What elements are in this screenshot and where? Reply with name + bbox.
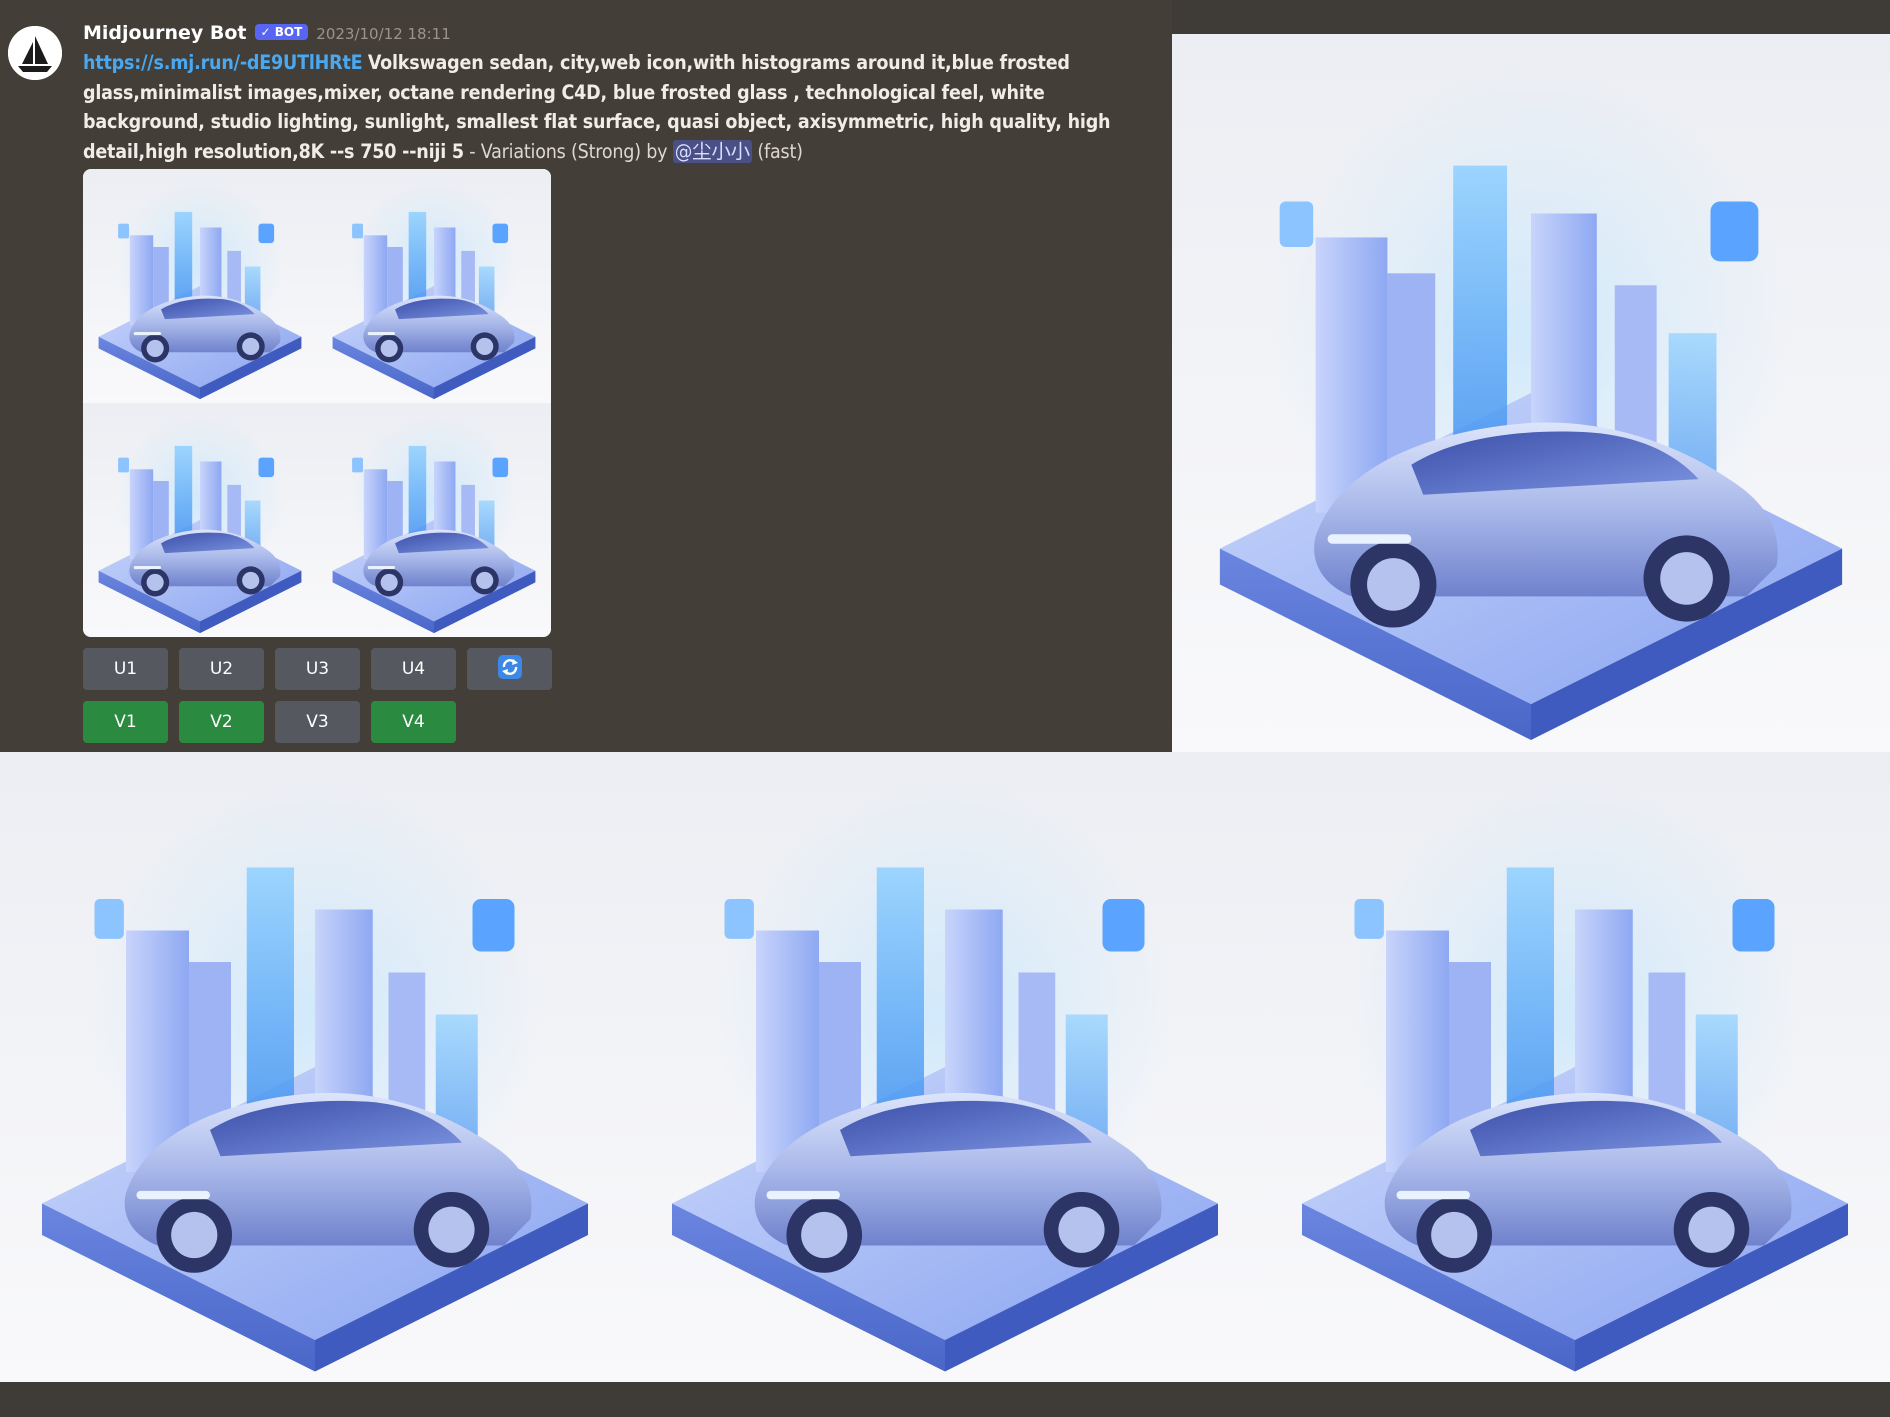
image-grid[interactable]	[83, 169, 551, 637]
upscale-button-3[interactable]: U3	[275, 648, 360, 690]
variation-button-1[interactable]: V1	[83, 701, 168, 743]
message-content: https://s.mj.run/-dE9UTlHRtE Volkswagen …	[83, 48, 1163, 166]
chat-message: Midjourney Bot ✓ BOT 2023/10/12 18:11 http…	[0, 0, 1172, 752]
upscaled-image-2[interactable]	[0, 752, 630, 1382]
refresh-icon	[497, 654, 523, 685]
reroll-button[interactable]	[467, 648, 552, 690]
bot-avatar[interactable]	[8, 26, 62, 80]
variation-label: - Variations (Strong) by	[463, 139, 673, 163]
bottom-strip	[0, 1382, 1890, 1417]
timestamp: 2023/10/12 18:11	[316, 25, 451, 43]
upscaled-image-4[interactable]	[1260, 752, 1890, 1382]
upscaled-image-3[interactable]	[630, 752, 1260, 1382]
prompt-link[interactable]: https://s.mj.run/-dE9UTlHRtE	[83, 51, 363, 74]
variation-button-2[interactable]: V2	[179, 701, 264, 743]
upscale-button-4[interactable]: U4	[371, 648, 456, 690]
bot-badge: ✓ BOT	[254, 24, 309, 40]
variation-button-3[interactable]: V3	[275, 701, 360, 743]
top-gutter	[1172, 0, 1890, 34]
variation-button-4[interactable]: V4	[371, 701, 456, 743]
upscaled-image-1[interactable]	[1172, 34, 1890, 752]
user-mention[interactable]: @尘小小	[672, 139, 752, 163]
author-name[interactable]: Midjourney Bot	[83, 22, 247, 44]
speed-label: (fast)	[751, 139, 803, 163]
upscale-button-1[interactable]: U1	[83, 648, 168, 690]
upscale-button-2[interactable]: U2	[179, 648, 264, 690]
author-line: Midjourney Bot ✓ BOT 2023/10/12 18:11	[83, 22, 451, 46]
